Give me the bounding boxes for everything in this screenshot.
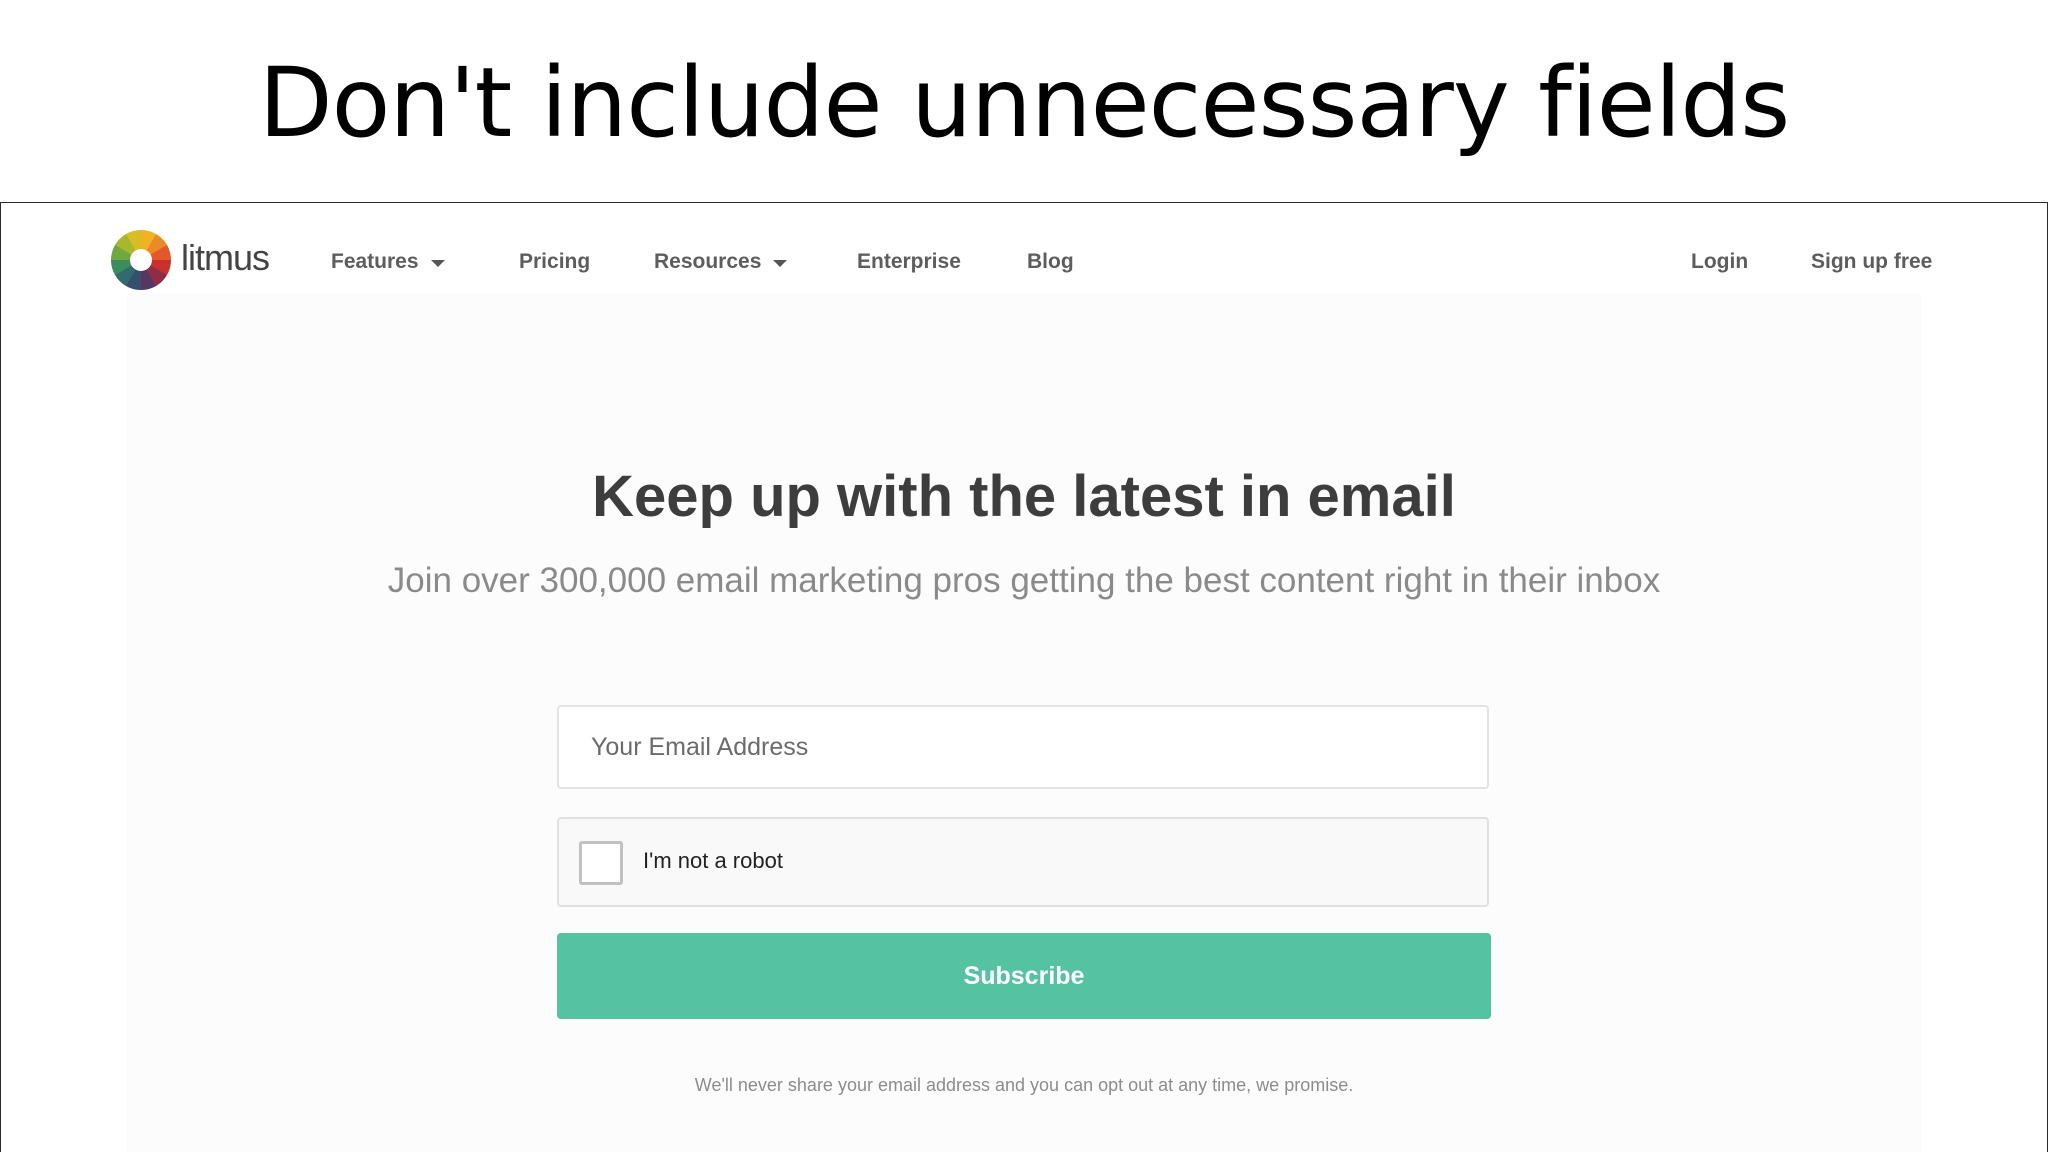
slide-title: Don't include unnecessary fields [258, 47, 1791, 159]
nav-item-resources[interactable]: Resources [654, 250, 788, 274]
login-link[interactable]: Login [1691, 250, 1748, 274]
signup-link[interactable]: Sign up free [1811, 250, 1932, 274]
nav-item-label: Features [331, 250, 419, 273]
top-navigation: litmus Features Pricing Resources Enterp… [1, 203, 2047, 321]
subscribe-button[interactable]: Subscribe [557, 933, 1491, 1019]
nav-item-blog[interactable]: Blog [1027, 250, 1074, 274]
logo-text: litmus [181, 237, 270, 278]
nav-item-enterprise[interactable]: Enterprise [857, 250, 961, 274]
litmus-logo[interactable]: litmus [111, 230, 270, 290]
recaptcha-checkbox[interactable] [579, 841, 623, 885]
nav-item-features[interactable]: Features [331, 250, 445, 274]
caret-down-icon [430, 259, 445, 267]
website-screenshot: litmus Features Pricing Resources Enterp… [0, 202, 2048, 1152]
nav-item-label: Resources [654, 250, 762, 273]
hero-title: Keep up with the latest in email [592, 464, 1456, 529]
nav-item-pricing[interactable]: Pricing [519, 250, 590, 274]
email-field[interactable] [557, 705, 1489, 789]
caret-down-icon [773, 259, 788, 267]
hero-subtitle: Join over 300,000 email marketing pros g… [387, 561, 1661, 600]
litmus-logo-icon [111, 230, 171, 290]
nav-item-label: Blog [1027, 250, 1074, 273]
recaptcha-label: I'm not a robot [643, 848, 783, 873]
nav-item-label: Enterprise [857, 250, 961, 273]
nav-item-label: Pricing [519, 250, 591, 273]
recaptcha-widget: I'm not a robot [557, 817, 1489, 907]
privacy-note: We'll never share your email address and… [694, 1075, 1354, 1095]
